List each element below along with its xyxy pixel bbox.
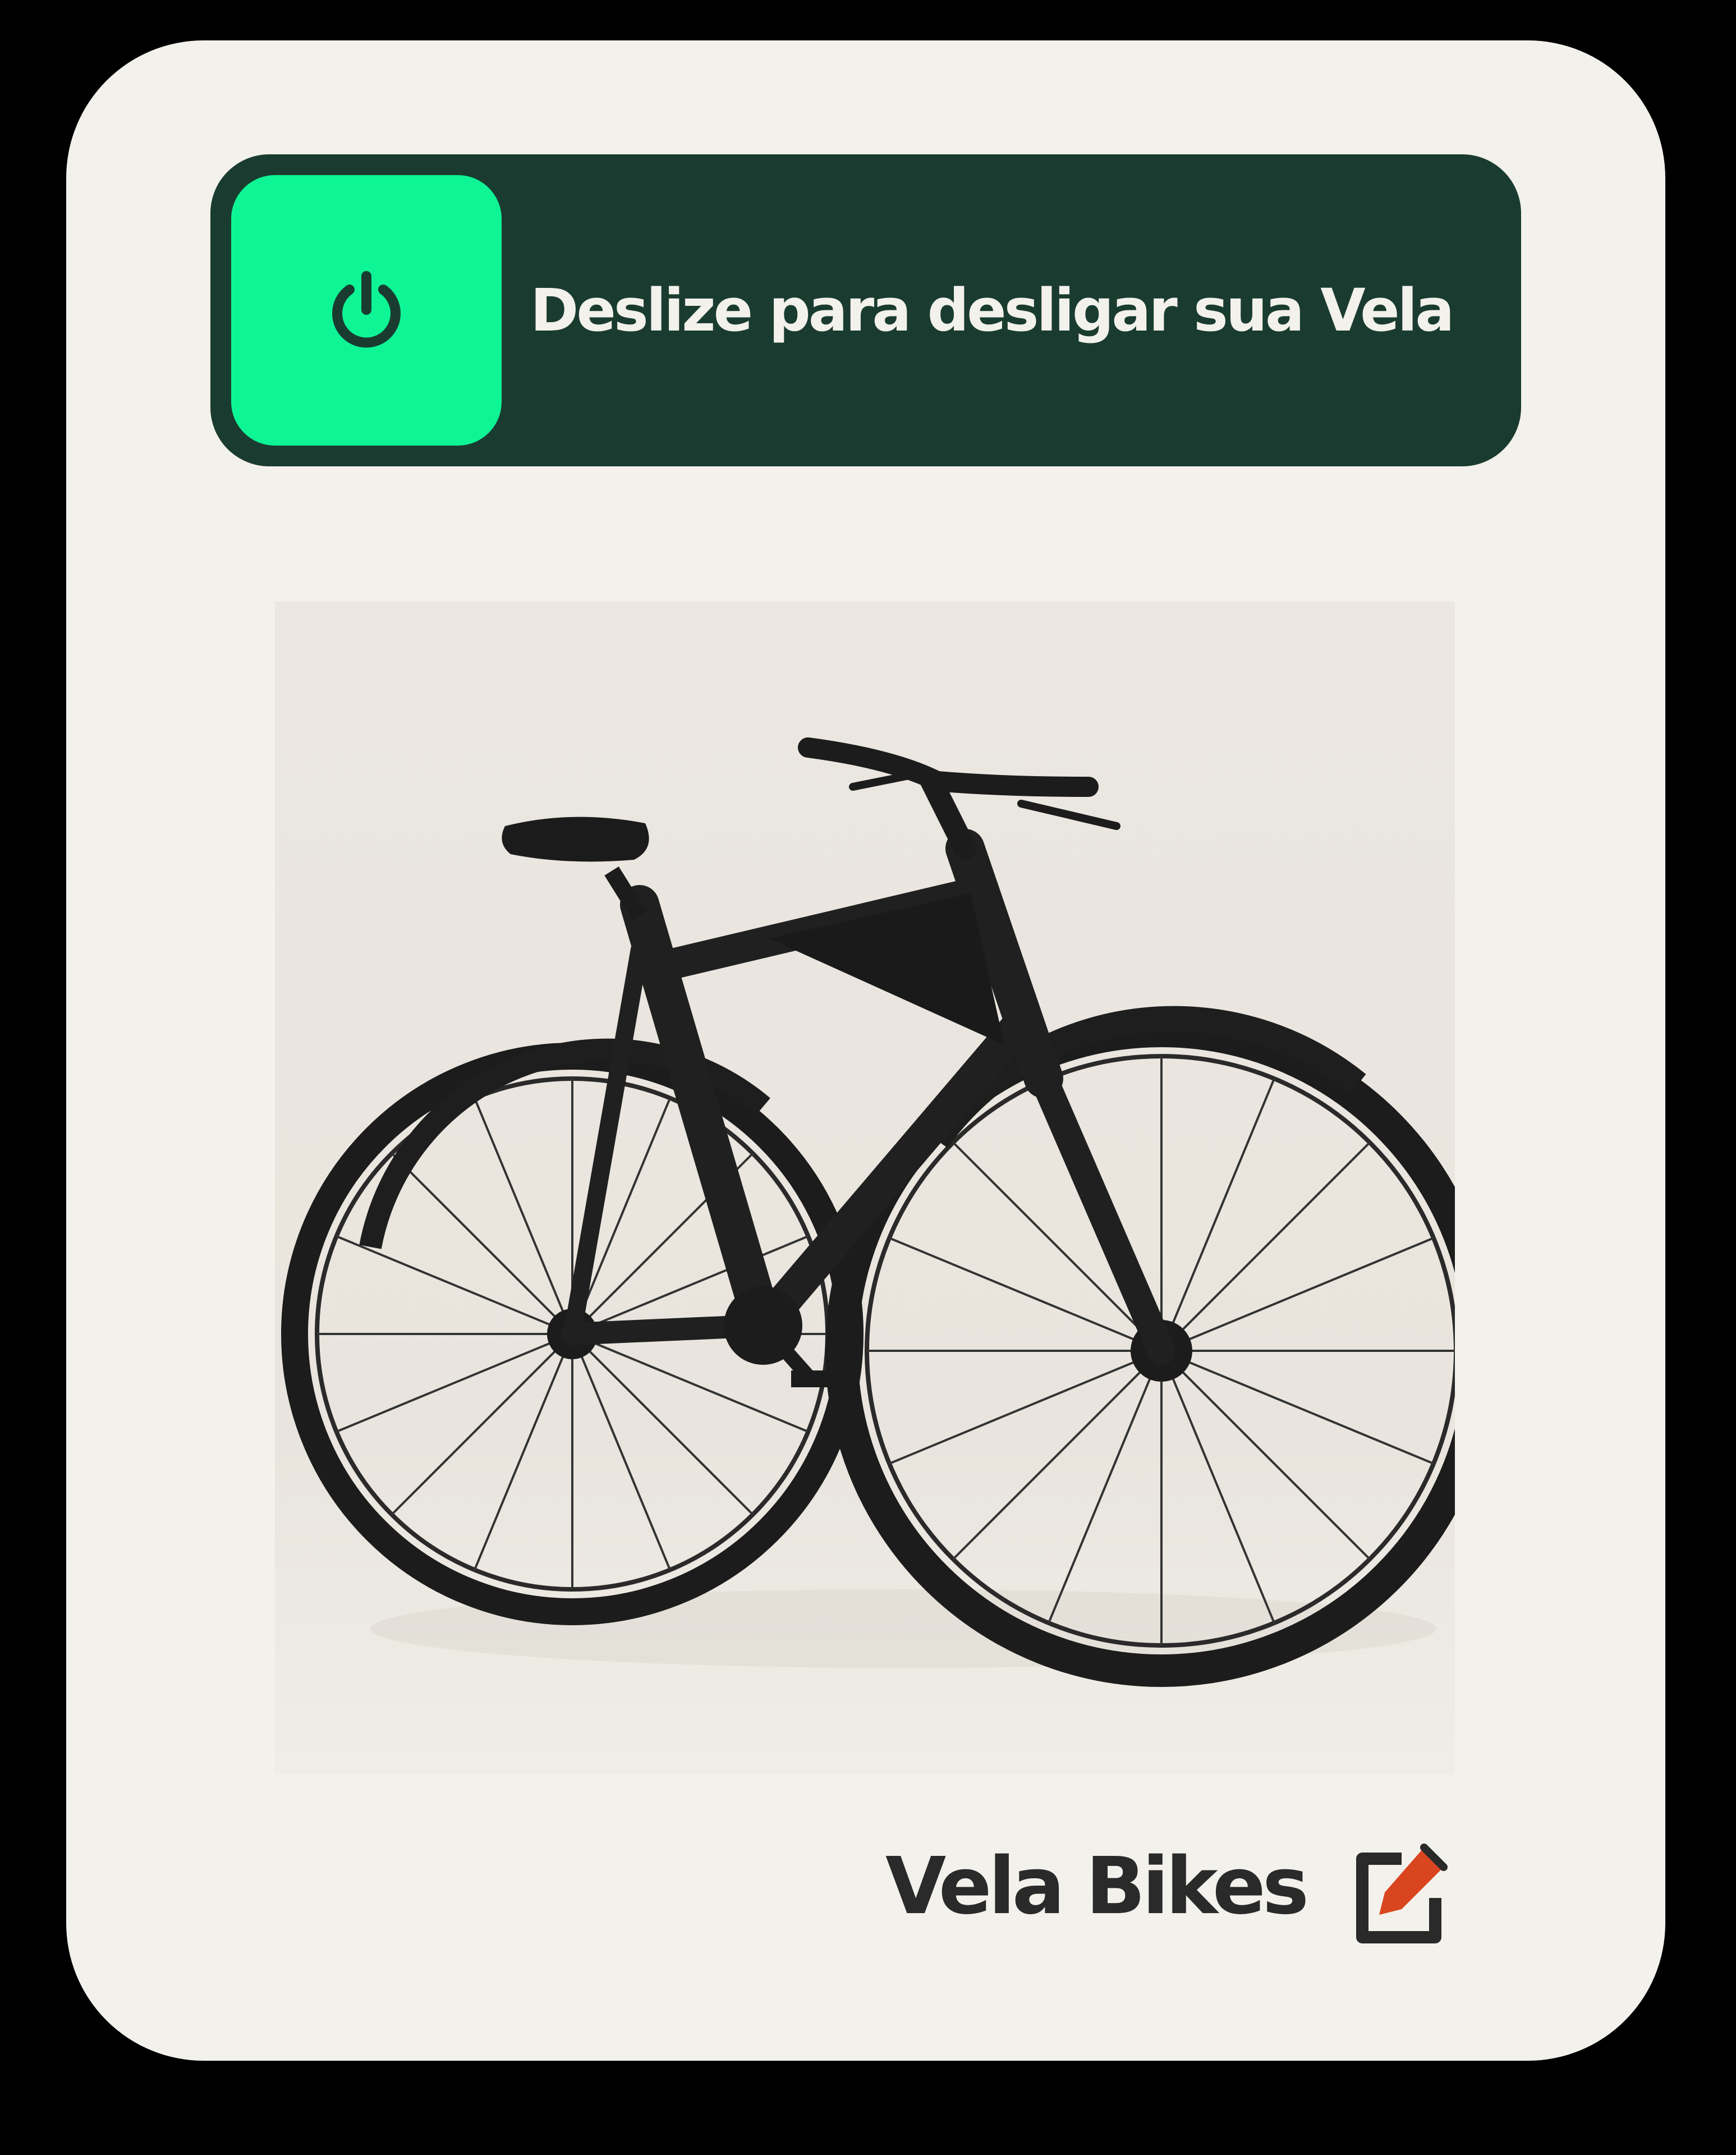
slider-handle[interactable] <box>231 175 502 446</box>
power-off-slider[interactable]: Deslize para desligar sua Vela <box>210 154 1521 466</box>
app-card: Deslize para desligar sua Vela Vela Bike… <box>66 40 1665 2061</box>
power-icon <box>332 271 401 348</box>
bike-handlebar <box>798 737 1120 860</box>
brand-label: Vela Bikes <box>885 1841 1309 1932</box>
bike-seat <box>502 817 649 920</box>
bike-photo <box>275 602 1455 1775</box>
frame-battery <box>769 893 1004 1045</box>
edit-icon[interactable] <box>1340 1836 1452 1948</box>
slider-label: Deslize para desligar sua Vela <box>530 276 1454 345</box>
